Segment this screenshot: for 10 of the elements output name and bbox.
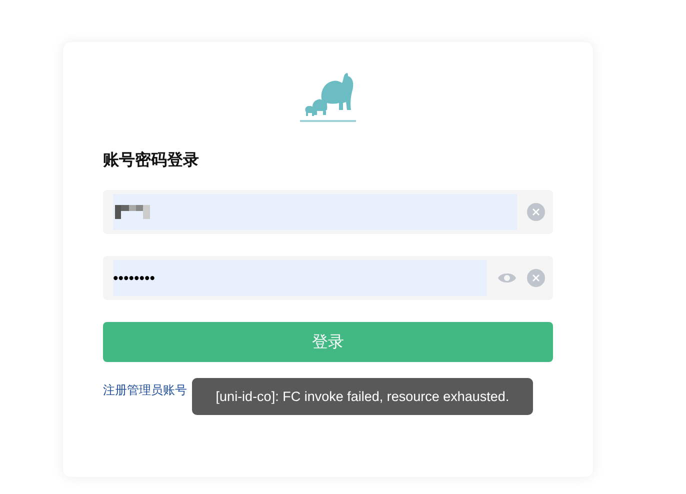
elephant-logo-icon xyxy=(298,72,358,124)
pixelated-username-drawing xyxy=(113,205,153,219)
password-field[interactable]: •••••••• xyxy=(113,260,487,296)
login-title: 账号密码登录 xyxy=(103,150,200,171)
username-field[interactable] xyxy=(113,194,517,230)
register-link[interactable]: 注册管理员账号 xyxy=(103,382,187,399)
eye-icon[interactable] xyxy=(497,271,517,285)
clear-icon[interactable] xyxy=(527,269,545,287)
error-toast: [uni-id-co]: FC invoke failed, resource exhausted. xyxy=(192,378,533,415)
clear-icon[interactable] xyxy=(527,203,545,221)
